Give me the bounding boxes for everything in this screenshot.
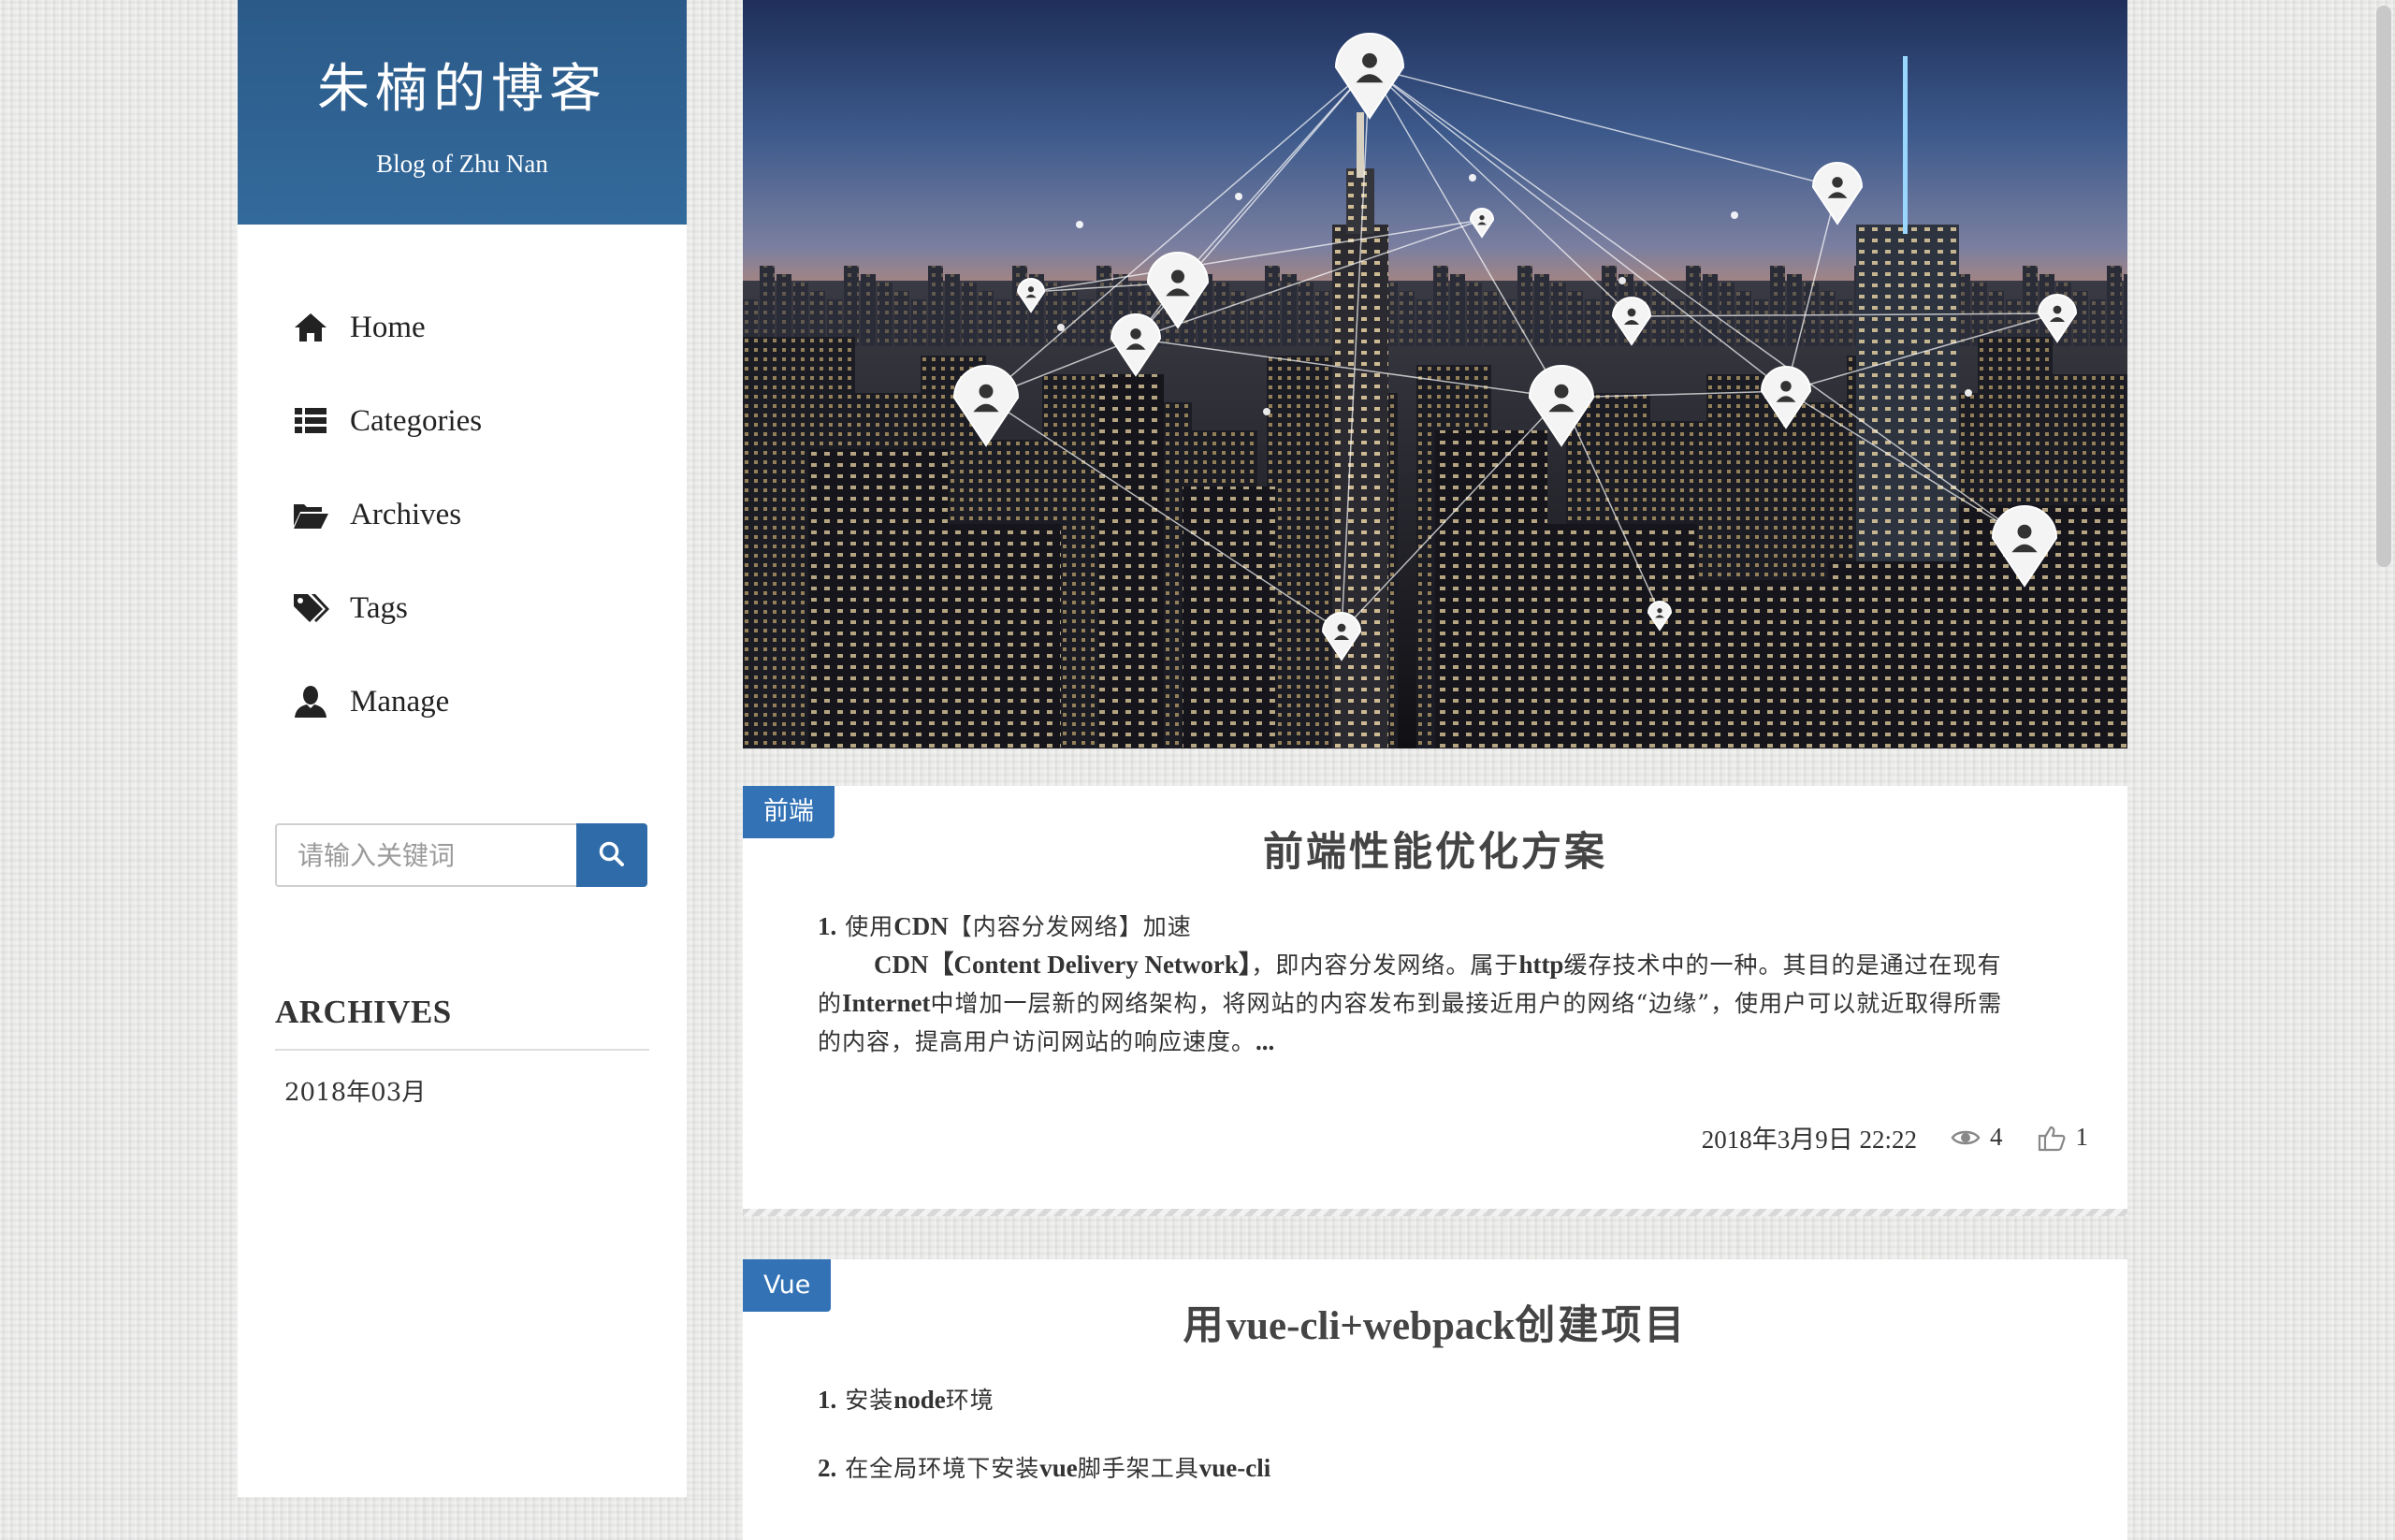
archives-heading: ARCHIVES	[275, 994, 452, 1030]
nav-item-categories[interactable]: Categories	[238, 374, 687, 468]
brand-header: 朱楠的博客 Blog of Zhu Nan	[238, 0, 687, 225]
nav-label: Categories	[350, 403, 483, 438]
site-subtitle: Blog of Zhu Nan	[376, 150, 548, 178]
list-number: 1.	[818, 912, 837, 940]
sidebar: 朱楠的博客 Blog of Zhu Nan Home Categories Ar…	[238, 0, 687, 1497]
bold-text: Internet	[842, 989, 931, 1017]
tags-icon	[292, 589, 329, 627]
excerpt-line: 1. 安装node环境	[818, 1381, 2006, 1419]
text: ，即内容分发网络。属于	[1251, 952, 1519, 979]
eye-icon	[1951, 1123, 1981, 1153]
folder-open-icon	[292, 496, 329, 533]
scrollbar-thumb[interactable]	[2376, 6, 2391, 567]
divider	[275, 1049, 649, 1051]
text: 环境	[945, 1387, 994, 1414]
banner-image	[743, 0, 2127, 748]
main-nav: Home Categories Archives Tags Manage	[238, 281, 687, 748]
bold-text: vue-cli	[1198, 1454, 1271, 1482]
post-card: Vue 用vue-cli+webpack创建项目 1. 安装node环境 2. …	[743, 1259, 2127, 1540]
excerpt-paragraph: CDN【Content Delivery Network】，即内容分发网络。属于…	[818, 946, 2006, 1061]
list-number: 2.	[818, 1454, 837, 1482]
title-text: 用	[1183, 1302, 1227, 1349]
nav-item-archives[interactable]: Archives	[238, 468, 687, 561]
nav-item-home[interactable]: Home	[238, 281, 687, 374]
nav-label: Home	[350, 310, 426, 344]
post-meta: 2018年3月9日 22:22 4 1	[1702, 1119, 2088, 1155]
post-excerpt: 1. 安装node环境 2. 在全局环境下安装vue脚手架工具vue-cli	[818, 1381, 2006, 1488]
nav-label: Tags	[350, 590, 408, 625]
title-text: 创建项目	[1515, 1302, 1688, 1349]
post-date: 2018年3月9日 22:22	[1701, 1126, 1917, 1154]
text: 使用	[845, 913, 894, 940]
bold-text: CDN	[893, 912, 949, 940]
post-card: 前端 前端性能优化方案 1. 使用CDN【内容分发网络】加速 CDN【Conte…	[743, 786, 2127, 1216]
excerpt-line: 1. 使用CDN【内容分发网络】加速	[818, 908, 2006, 946]
archive-link[interactable]: 2018年03月	[284, 1073, 426, 1108]
post-title[interactable]: 前端性能优化方案	[743, 820, 2127, 878]
bold-text: http	[1518, 951, 1564, 979]
view-count: 4	[1990, 1123, 2003, 1151]
text: 脚手架工具	[1077, 1455, 1199, 1482]
text: 安装	[845, 1387, 894, 1414]
text: 中增加一层新的网络架构，将网站的内容发布到最接近用户的网络“边缘”，使用户可以就…	[818, 990, 2003, 1055]
text: 【内容分发网络】加速	[948, 913, 1192, 940]
nav-label: Archives	[350, 497, 462, 531]
search-icon	[598, 840, 626, 871]
bold-text: node	[893, 1386, 946, 1414]
bold-text: vue	[1039, 1454, 1078, 1482]
like-count: 1	[2075, 1123, 2089, 1151]
bold-text: CDN【Content Delivery Network】	[874, 951, 1252, 979]
post-title[interactable]: 用vue-cli+webpack创建项目	[743, 1293, 2127, 1351]
user-icon	[292, 683, 329, 720]
home-icon	[292, 309, 329, 346]
search-bar	[275, 823, 647, 887]
post-excerpt: 1. 使用CDN【内容分发网络】加速 CDN【Content Delivery …	[818, 908, 2006, 1061]
nav-item-manage[interactable]: Manage	[238, 655, 687, 748]
text: 在全局环境下安装	[845, 1455, 1040, 1482]
list-icon	[292, 402, 329, 440]
ellipsis: ...	[1256, 1027, 1275, 1055]
scrollbar[interactable]	[2373, 0, 2395, 1497]
list-number: 1.	[818, 1386, 837, 1414]
search-button[interactable]	[576, 823, 647, 887]
title-text: vue-cli+webpack	[1226, 1304, 1516, 1348]
thumbs-up-icon[interactable]	[2037, 1123, 2067, 1153]
site-title[interactable]: 朱楠的博客	[238, 47, 687, 123]
nav-label: Manage	[350, 684, 450, 719]
excerpt-line: 2. 在全局环境下安装vue脚手架工具vue-cli	[818, 1449, 2006, 1488]
nav-item-tags[interactable]: Tags	[238, 561, 687, 655]
search-input[interactable]	[275, 823, 576, 887]
